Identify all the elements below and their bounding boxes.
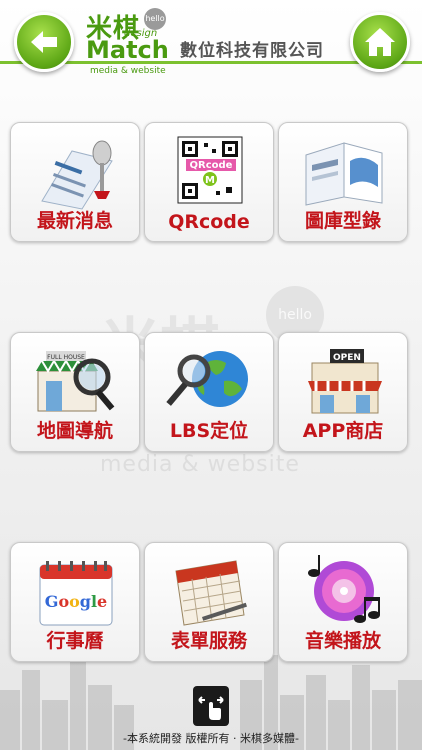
tile-label: 最新消息	[36, 210, 113, 232]
tile-label: 音樂播放	[304, 630, 381, 652]
tile-music-player[interactable]: 音樂播放	[278, 542, 408, 662]
back-button[interactable]	[14, 12, 74, 72]
tile-calendar[interactable]: Google 行事曆	[10, 542, 140, 662]
tile-label: 行事曆	[46, 630, 104, 652]
swipe-nav-button[interactable]	[193, 686, 229, 726]
footer-copyright: -本系統開發 版權所有 · 米棋多媒體-	[123, 732, 299, 745]
tile-lbs-location[interactable]: LBS定位	[144, 332, 274, 452]
tile-qrcode[interactable]: QRcode M QRcode	[144, 122, 274, 242]
globe-magnifier-icon	[166, 351, 248, 407]
logo-match-text: Match	[86, 36, 169, 64]
logo-tagline: media & website	[90, 66, 166, 76]
app-store-shop-icon: OPEN	[308, 349, 382, 414]
home-icon	[365, 28, 395, 56]
tile-form-service[interactable]: 表單服務	[144, 542, 274, 662]
tile-label: APP商店	[302, 420, 384, 442]
home-button[interactable]	[350, 12, 410, 72]
company-name: 數位科技有限公司	[180, 41, 324, 61]
svg-text:OPEN: OPEN	[333, 353, 361, 363]
form-calendar-icon	[175, 560, 247, 626]
svg-text:Google: Google	[45, 592, 107, 611]
tile-label: QRcode	[168, 211, 250, 233]
svg-text:QRcode: QRcode	[190, 160, 233, 171]
qrcode-icon: QRcode M	[177, 136, 243, 204]
tile-app-store[interactable]: OPEN APP商店	[278, 332, 408, 452]
news-microphone-icon	[41, 140, 113, 210]
logo-hello-badge: hello	[144, 8, 166, 30]
back-arrow-icon	[31, 31, 57, 53]
music-disc-icon	[308, 555, 380, 623]
svg-text:FULL HOUSE: FULL HOUSE	[47, 354, 85, 361]
map-search-shop-icon: FULL HOUSE	[36, 351, 115, 412]
tile-label: 圖庫型錄	[304, 210, 381, 232]
tile-label: LBS定位	[169, 420, 249, 442]
tile-label: 地圖導航	[36, 420, 113, 442]
tile-news[interactable]: 最新消息	[10, 122, 140, 242]
google-calendar-icon: Google	[39, 561, 113, 626]
app-header: 米棋 hello design Match media & website 數位…	[0, 0, 422, 92]
tile-label: 表單服務	[170, 630, 247, 652]
tile-map-navigation[interactable]: FULL HOUSE 地圖導航	[10, 332, 140, 452]
watermark-subtitle: media & website	[100, 452, 300, 477]
tile-catalog[interactable]: 圖庫型錄	[278, 122, 408, 242]
svg-text:M: M	[205, 175, 215, 186]
catalog-book-icon	[305, 142, 383, 206]
swipe-nav-icon	[198, 696, 224, 720]
